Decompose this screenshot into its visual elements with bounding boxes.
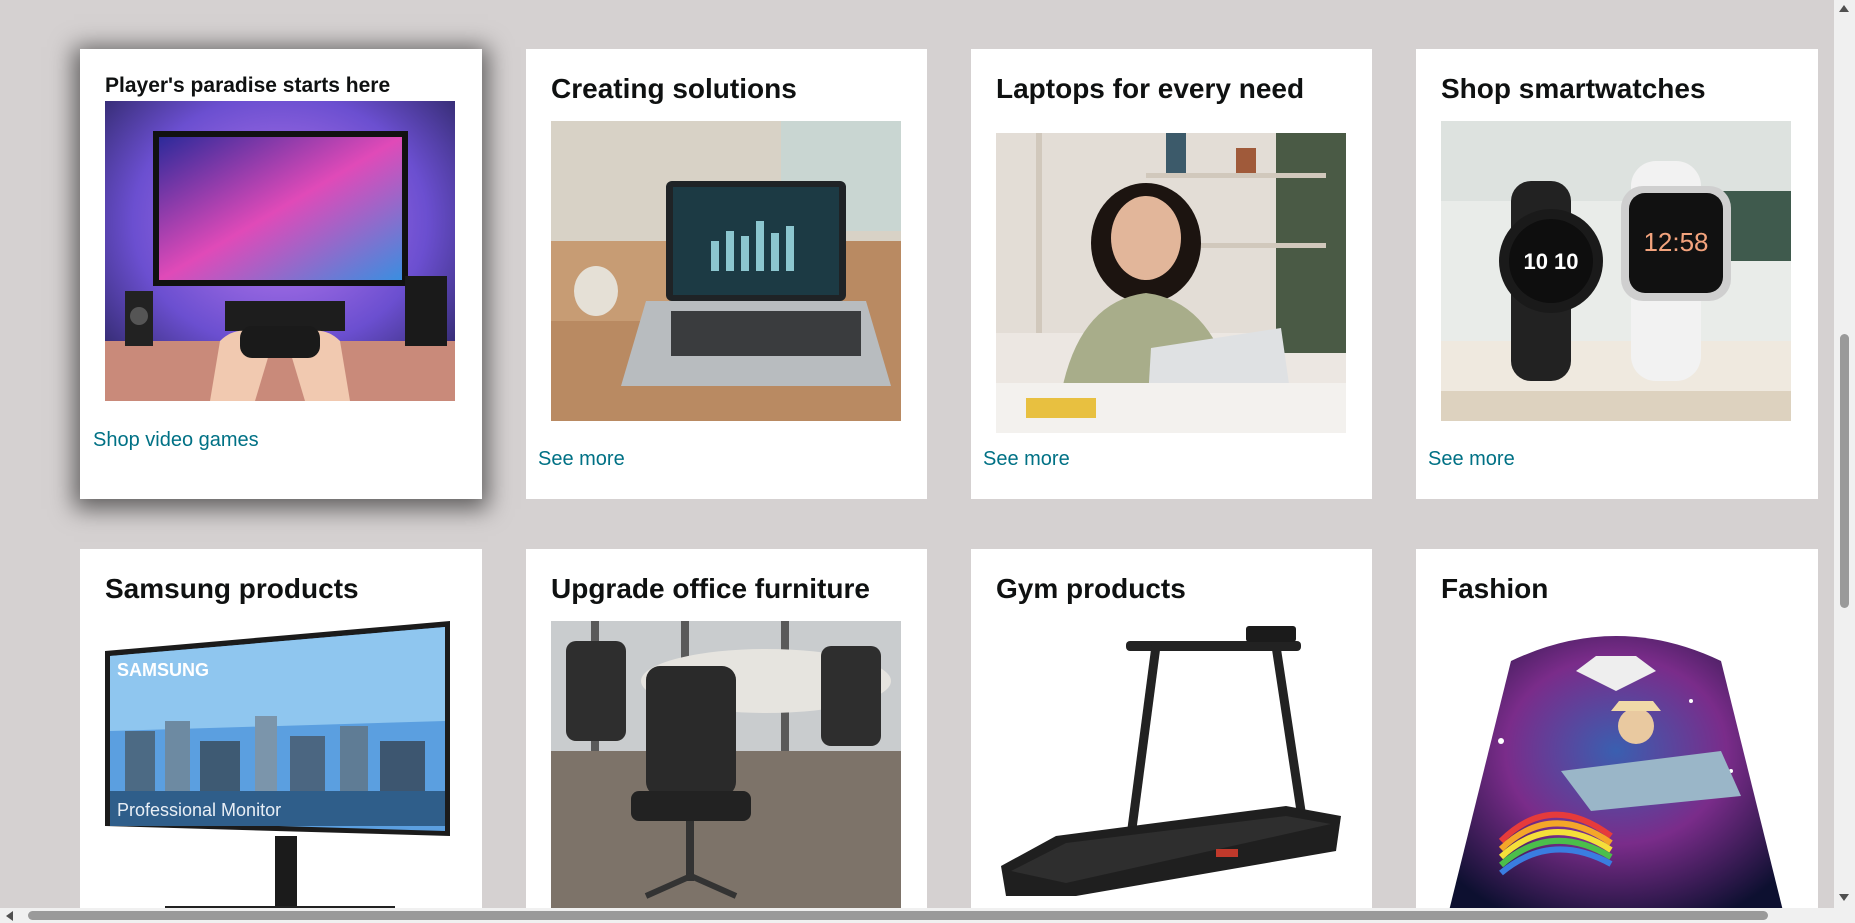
scroll-left-arrow-icon[interactable] bbox=[6, 911, 13, 921]
svg-text:10 10: 10 10 bbox=[1523, 249, 1578, 274]
samsung-monitor-image[interactable]: SAMSUNG Professional Monitor bbox=[105, 621, 455, 923]
horizontal-scroll-thumb[interactable] bbox=[28, 911, 1768, 920]
vertical-scrollbar[interactable] bbox=[1834, 0, 1855, 923]
card-title: Upgrade office furniture bbox=[551, 573, 870, 604]
scroll-down-arrow-icon[interactable] bbox=[1839, 894, 1849, 901]
card-title: Laptops for every need bbox=[996, 73, 1305, 104]
treadmill-image[interactable] bbox=[996, 621, 1346, 923]
see-more-link[interactable]: See more bbox=[538, 448, 625, 471]
card-title: Gym products bbox=[996, 573, 1186, 604]
shop-video-games-link[interactable]: Shop video games bbox=[93, 429, 259, 452]
card-title: Creating solutions bbox=[551, 73, 797, 104]
card-video-games: Player's paradise starts here Shop video… bbox=[80, 49, 482, 499]
laptop-dashboard-image[interactable] bbox=[551, 121, 901, 421]
vertical-scroll-thumb[interactable] bbox=[1840, 334, 1849, 608]
card-title: Fashion bbox=[1441, 573, 1549, 604]
card-laptops: Laptops for every need See more bbox=[971, 49, 1372, 499]
svg-text:Professional Monitor: Professional Monitor bbox=[117, 800, 281, 820]
see-more-link[interactable]: See more bbox=[1428, 448, 1515, 471]
scroll-up-arrow-icon[interactable] bbox=[1839, 5, 1849, 12]
smartwatches-image[interactable]: 10 10 12:58 bbox=[1441, 121, 1791, 421]
card-gym: Gym products bbox=[971, 549, 1372, 923]
svg-text:12:58: 12:58 bbox=[1643, 227, 1708, 257]
card-title: Samsung products bbox=[105, 573, 359, 604]
gaming-setup-image[interactable] bbox=[105, 101, 455, 401]
office-chairs-image[interactable] bbox=[551, 621, 901, 923]
card-title: Shop smartwatches bbox=[1441, 73, 1706, 104]
svg-text:SAMSUNG: SAMSUNG bbox=[117, 660, 209, 680]
card-fashion: Fashion bbox=[1416, 549, 1818, 923]
card-title: Player's paradise starts here bbox=[105, 74, 391, 97]
woman-laptop-image[interactable] bbox=[996, 133, 1346, 433]
card-samsung: Samsung products SAMSUNG Professional Mo… bbox=[80, 549, 482, 923]
card-office-furniture: Upgrade office furniture bbox=[526, 549, 927, 923]
card-smartwatches: Shop smartwatches 10 10 12:58 See more bbox=[1416, 49, 1818, 499]
see-more-link[interactable]: See more bbox=[983, 448, 1070, 471]
horizontal-scrollbar[interactable] bbox=[0, 908, 1855, 923]
galaxy-hoodie-image[interactable] bbox=[1441, 621, 1791, 923]
card-creating-solutions: Creating solutions See more bbox=[526, 49, 927, 499]
